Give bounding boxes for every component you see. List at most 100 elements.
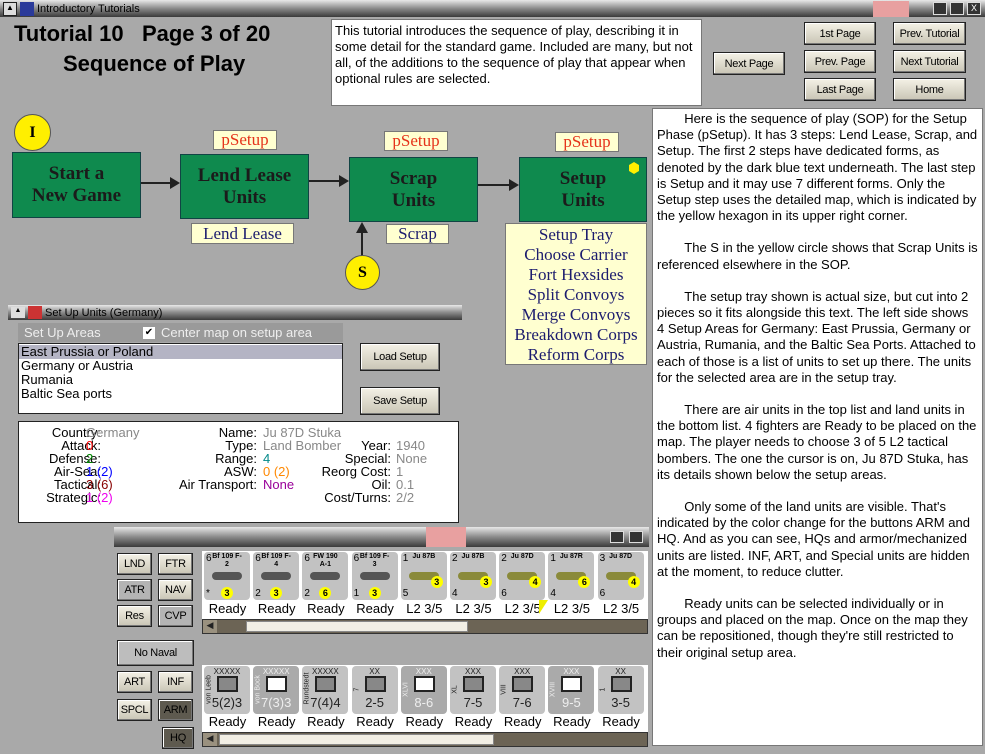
save-setup-button[interactable]: Save Setup bbox=[360, 387, 440, 415]
prev-tutorial-button[interactable]: Prev. Tutorial bbox=[893, 22, 966, 45]
land-unit-counter[interactable]: XXXXX von Leeb 5(2)3 bbox=[204, 666, 250, 714]
unit-status: Ready bbox=[257, 601, 296, 616]
air-unit-counter[interactable]: 1 Ju 87B 5 3 bbox=[400, 552, 447, 600]
unit-status: Ready bbox=[553, 714, 591, 729]
air-unit-counter[interactable]: 2 Ju 87D 6 4 bbox=[499, 552, 546, 600]
land-unit-counter[interactable]: XXX XLVI 8-6 bbox=[400, 666, 447, 714]
filter-spcl-button[interactable]: SPCL bbox=[117, 699, 152, 721]
unit-strength-badge: 3 bbox=[270, 587, 283, 599]
land-unit-counter[interactable]: XXX XL 7-5 bbox=[450, 666, 496, 714]
filter-res-button[interactable]: Res bbox=[117, 605, 152, 627]
unit-bottom-value: 6 bbox=[599, 588, 606, 599]
last-page-button[interactable]: Last Page bbox=[804, 78, 876, 101]
app-logo-icon bbox=[20, 1, 34, 16]
air-unit-counter[interactable]: 2 Ju 87B 4 3 bbox=[450, 552, 496, 600]
close-button[interactable]: X bbox=[967, 2, 981, 15]
german-flag-icon bbox=[426, 527, 466, 547]
setup-area-item[interactable]: Germany or Austria bbox=[19, 359, 342, 373]
filter-ftr-button[interactable]: FTR bbox=[158, 553, 193, 575]
setup-form-item: Choose Carrier bbox=[524, 245, 628, 264]
air-unit-counter[interactable]: 6 Bf 109 F-3 1 3 bbox=[351, 552, 398, 600]
scrap-form-label: Scrap bbox=[386, 224, 449, 244]
land-unit-counter[interactable]: XXX XVIII 9-5 bbox=[548, 666, 595, 714]
home-button[interactable]: Home bbox=[893, 78, 966, 101]
maximize-button[interactable] bbox=[950, 2, 964, 15]
filter-lnd-button[interactable]: LND bbox=[117, 553, 152, 575]
filter-nav-button[interactable]: NAV bbox=[158, 579, 193, 601]
load-setup-button[interactable]: Load Setup bbox=[360, 343, 440, 371]
unit-strength-badge: 6 bbox=[578, 576, 591, 588]
next-tutorial-button[interactable]: Next Tutorial bbox=[893, 50, 966, 73]
filter-art-button[interactable]: ART bbox=[117, 671, 152, 693]
unit-strength-badge: 4 bbox=[627, 576, 640, 588]
scroll-left-icon[interactable]: ◀ bbox=[203, 620, 217, 633]
minimize-button[interactable] bbox=[610, 531, 624, 543]
land-unit-counter[interactable]: XX 7 2-5 bbox=[351, 666, 398, 714]
cost-value: 2/2 bbox=[396, 490, 415, 505]
setup-area-item[interactable]: East Prussia or Poland bbox=[19, 345, 342, 359]
unit-name: Ju 87D bbox=[510, 553, 534, 560]
i-marker-circle: I bbox=[14, 114, 51, 151]
land-units-scrollbar[interactable]: ◀ bbox=[202, 732, 648, 747]
collapse-icon[interactable]: ▲ bbox=[3, 1, 17, 16]
sop-paragraph: Here is the sequence of play (SOP) for t… bbox=[657, 111, 978, 224]
unit-symbol-icon bbox=[561, 676, 583, 692]
unit-top-value: 3 bbox=[599, 553, 606, 564]
prev-page-button[interactable]: Prev. Page bbox=[804, 50, 876, 73]
scroll-thumb[interactable] bbox=[219, 734, 494, 745]
setup-panel-title: Set Up Units (Germany) bbox=[45, 306, 163, 319]
no-naval-button[interactable]: No Naval bbox=[117, 640, 194, 666]
scroll-thumb[interactable] bbox=[246, 621, 468, 632]
lend-lease-box: Lend Lease Units bbox=[180, 154, 309, 219]
land-unit-counter[interactable]: XXXXX von Bock 7(3)3 bbox=[253, 666, 300, 714]
unit-strength: 7(4)4 bbox=[310, 695, 341, 710]
arrow bbox=[141, 177, 180, 189]
setup-areas-label: Set Up Areas bbox=[24, 325, 101, 340]
air-unit-counter[interactable]: 3 Ju 87D 6 4 bbox=[597, 552, 644, 600]
land-unit-counter[interactable]: XXXXX Rundstedt 7(4)4 bbox=[302, 666, 349, 714]
air-transport-value: None bbox=[263, 477, 295, 492]
setup-area-item[interactable]: Baltic Sea ports bbox=[19, 387, 342, 401]
restore-button[interactable] bbox=[629, 531, 643, 543]
minimize-button[interactable] bbox=[933, 2, 947, 15]
arrow bbox=[478, 179, 519, 191]
unit-top-value: 6 bbox=[353, 553, 360, 564]
filter-arm-button[interactable]: ARM bbox=[158, 699, 193, 721]
unit-strength: 2-5 bbox=[365, 695, 384, 710]
unit-top-value: 2 bbox=[452, 553, 458, 564]
filter-inf-button[interactable]: INF bbox=[158, 671, 193, 693]
unit-strength: 7-6 bbox=[512, 695, 532, 710]
setup-area-item[interactable]: Rumania bbox=[19, 373, 342, 387]
setup-box: Setup Units bbox=[519, 157, 647, 222]
type-value: Land Bomber bbox=[263, 438, 342, 453]
unit-strength-badge: 3 bbox=[368, 587, 381, 599]
air-transport-key: Air Transport: bbox=[178, 477, 257, 492]
unit-name: Bf 109 F-2 bbox=[212, 553, 242, 568]
first-page-button[interactable]: 1st Page bbox=[804, 22, 876, 45]
lend-lease-form-label: Lend Lease bbox=[191, 223, 294, 244]
setup-areas-list[interactable]: East Prussia or Poland Germany or Austria… bbox=[18, 343, 343, 414]
window-title-bar: ▲ Introductory Tutorials X bbox=[0, 0, 985, 17]
unit-status: L2 3/5 bbox=[406, 601, 443, 616]
unit-status: Ready bbox=[208, 714, 247, 729]
land-unit-counter[interactable]: XX 1 3-5 bbox=[597, 666, 644, 714]
air-unit-counter[interactable]: 6 Bf 109 F-2 * 3 bbox=[204, 552, 250, 600]
unit-symbol-icon bbox=[266, 676, 288, 692]
unit-status: Ready bbox=[307, 714, 345, 729]
air-unit-counter[interactable]: 6 Bf 109 F-4 2 3 bbox=[253, 552, 300, 600]
filter-hq-button[interactable]: HQ bbox=[162, 727, 194, 749]
unit-strength-badge: 3 bbox=[430, 576, 443, 588]
air-units-scrollbar[interactable]: ◀ bbox=[202, 619, 648, 634]
filter-atr-button[interactable]: ATR bbox=[117, 579, 152, 601]
filter-cvp-button[interactable]: CVP bbox=[158, 605, 193, 627]
land-unit-counter[interactable]: XXX VIII 7-6 bbox=[499, 666, 546, 714]
collapse-icon[interactable]: ▲ bbox=[11, 307, 25, 318]
center-map-checkbox[interactable]: ✔ bbox=[143, 326, 155, 339]
center-map-label[interactable]: Center map on setup area bbox=[161, 325, 312, 340]
setup-form-item: Split Convoys bbox=[527, 285, 625, 304]
unit-bottom-value: * bbox=[206, 588, 210, 599]
air-unit-counter[interactable]: 1 Ju 87R 4 6 bbox=[548, 552, 595, 600]
next-page-button[interactable]: Next Page bbox=[713, 52, 785, 75]
scroll-left-icon[interactable]: ◀ bbox=[203, 733, 217, 746]
air-unit-counter[interactable]: 6 FW 190 A-1 2 6 bbox=[302, 552, 349, 600]
